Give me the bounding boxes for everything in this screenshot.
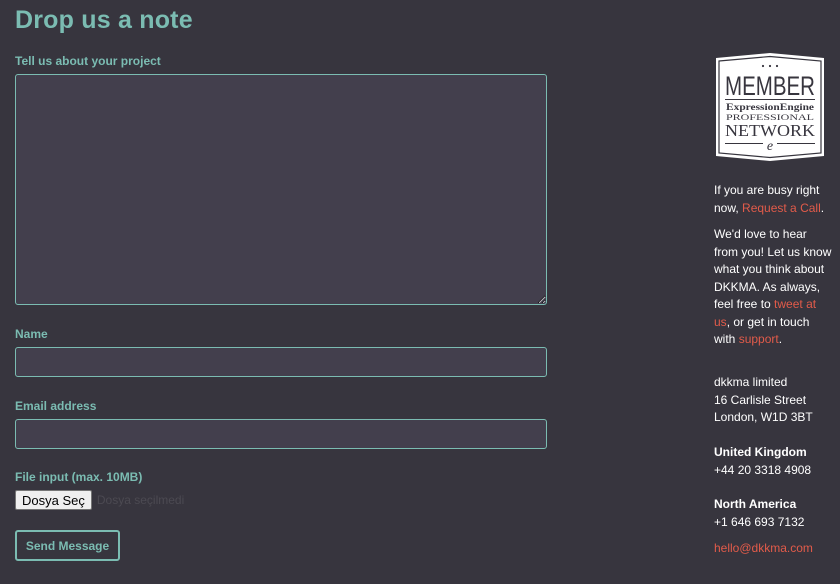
uk-heading: United Kingdom [714,445,807,459]
email-input[interactable] [15,419,547,449]
na-heading: North America [714,497,797,511]
uk-contact: United Kingdom +44 20 3318 4908 [714,444,834,479]
love-paragraph: We'd love to hear from you! Let us know … [714,227,832,346]
badge-e-logo-icon: e [767,139,773,154]
send-message-button[interactable]: Send Message [15,530,120,561]
na-contact: North America +1 646 693 7132 [714,496,834,531]
file-input: Dosya Seç Dosya seçilmedi [15,490,184,510]
request-call-link[interactable]: Request a Call [742,201,821,215]
file-label: File input (max. 10MB) [15,470,143,484]
file-status: Dosya seçilmedi [96,493,185,507]
uk-phone: +44 20 3318 4908 [714,462,812,477]
badge-title: MEMBER [725,71,815,101]
email-link[interactable]: hello@dkkma.com [714,541,813,555]
na-phone: +1 646 693 7132 [714,514,805,529]
name-input[interactable] [15,347,547,377]
address-block: dkkma limited 16 Carlisle Street London,… [714,374,834,427]
company-name: dkkma limited [714,375,788,389]
page-title: Drop us a note [15,6,193,34]
project-label: Tell us about your project [15,54,161,68]
name-label: Name [15,327,48,341]
email-label: Email address [15,399,97,413]
contact-page: Drop us a note Tell us about your projec… [0,0,840,584]
city-address: London, W1D 3BT [714,410,813,424]
project-textarea[interactable] [15,74,547,305]
choose-file-button[interactable]: Dosya Seç [15,490,92,510]
badge-line3: NETWORK [725,121,816,140]
street-address: 16 Carlisle Street [714,392,807,407]
busy-paragraph: If you are busy right now, Request a Cal… [714,183,825,215]
support-link[interactable]: support [739,332,779,346]
member-badge-logo[interactable]: MEMBER ExpressionEngine PROFESSIONAL NET… [713,52,827,162]
